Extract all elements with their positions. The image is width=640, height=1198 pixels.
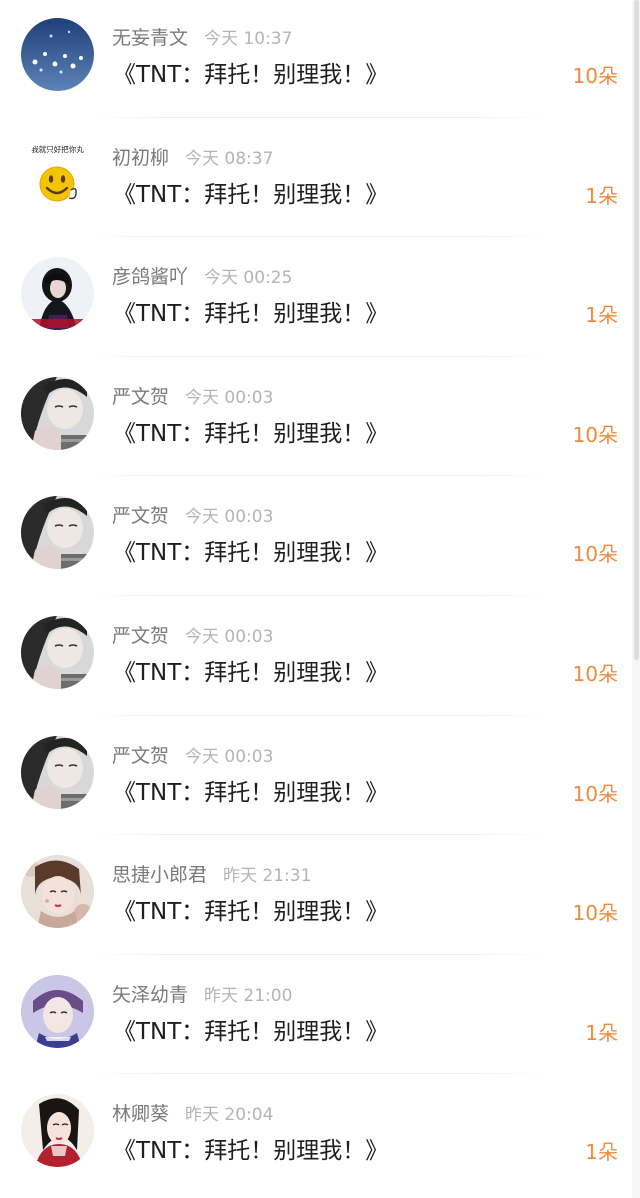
avatar-image [21, 18, 94, 91]
flower-count: 1朵 [585, 183, 618, 208]
user-name[interactable]: 彦鸽酱吖 [112, 266, 188, 288]
avatar[interactable] [21, 855, 94, 929]
flower-count: 1朵 [585, 1140, 618, 1165]
avatar[interactable]: 我就只好把你丸 [21, 137, 94, 211]
flower-count: 1朵 [585, 303, 618, 328]
gift-list: 无妄青文 今天 10:37 《TNT：拜托！别理我！》 10朵 我就只好把你丸 初… [0, 0, 632, 1194]
row-meta: 无妄青文 今天 10:37 [112, 24, 292, 52]
book-title[interactable]: 《TNT：拜托！别理我！》 [113, 535, 388, 571]
timestamp: 昨天 21:31 [223, 866, 312, 887]
scrollbar[interactable] [632, 0, 640, 1198]
timestamp: 今天 00:03 [185, 387, 274, 408]
book-title[interactable]: 《TNT：拜托！别理我！》 [113, 1133, 388, 1169]
list-item[interactable]: 严文贺 今天 00:03 《TNT：拜托！别理我！》 10朵 [0, 716, 632, 836]
timestamp: 今天 00:03 [185, 507, 274, 528]
avatar-caption: 我就只好把你丸 [31, 144, 84, 154]
avatar-image [21, 376, 94, 450]
user-name[interactable]: 林卿葵 [112, 1103, 169, 1125]
row-meta: 初初柳 今天 08:37 [112, 144, 273, 172]
list-item[interactable]: 林卿葵 昨天 20:04 《TNT：拜托！别理我！》 1朵 [0, 1074, 632, 1194]
row-meta: 矢泽幼青 昨天 21:00 [112, 981, 292, 1009]
flower-count: 1朵 [585, 1020, 618, 1045]
book-title[interactable]: 《TNT：拜托！别理我！》 [113, 57, 388, 93]
book-title[interactable]: 《TNT：拜托！别理我！》 [113, 1014, 388, 1050]
book-title[interactable]: 《TNT：拜托！别理我！》 [113, 894, 388, 930]
avatar-image [21, 974, 94, 1048]
avatar[interactable] [21, 376, 94, 450]
user-name[interactable]: 严文贺 [112, 505, 169, 527]
book-title[interactable]: 《TNT：拜托！别理我！》 [113, 655, 388, 691]
list-item[interactable]: 无妄青文 今天 10:37 《TNT：拜托！别理我！》 10朵 [0, 0, 632, 118]
timestamp: 今天 10:37 [204, 29, 293, 49]
avatar[interactable] [21, 18, 94, 91]
list-item[interactable]: 矢泽幼青 昨天 21:00 《TNT：拜托！别理我！》 1朵 [0, 955, 632, 1075]
list-item[interactable]: 严文贺 今天 00:03 《TNT：拜托！别理我！》 10朵 [0, 476, 632, 596]
timestamp: 今天 00:03 [185, 746, 274, 767]
flower-count: 10朵 [572, 661, 618, 686]
book-title[interactable]: 《TNT：拜托！别理我！》 [113, 775, 388, 811]
list-item[interactable]: 彦鸽酱吖 今天 00:25 《TNT：拜托！别理我！》 1朵 [0, 237, 632, 357]
flower-count: 10朵 [572, 781, 618, 806]
list-item[interactable]: 严文贺 今天 00:03 《TNT：拜托！别理我！》 10朵 [0, 596, 632, 716]
book-title[interactable]: 《TNT：拜托！别理我！》 [113, 296, 388, 332]
user-name[interactable]: 严文贺 [112, 745, 169, 767]
timestamp: 昨天 21:00 [204, 985, 293, 1006]
list-item[interactable]: 严文贺 今天 00:03 《TNT：拜托！别理我！》 10朵 [0, 357, 632, 477]
avatar-image [21, 496, 94, 570]
user-name[interactable]: 严文贺 [112, 386, 169, 408]
flower-count: 10朵 [572, 64, 618, 88]
user-name[interactable]: 思捷小郎君 [112, 864, 207, 886]
avatar-image [21, 735, 94, 809]
avatar[interactable] [21, 735, 94, 809]
user-name[interactable]: 严文贺 [112, 625, 169, 647]
avatar[interactable] [21, 1094, 94, 1168]
avatar-image [21, 855, 94, 929]
flower-count: 10朵 [572, 422, 618, 447]
book-title[interactable]: 《TNT：拜托！别理我！》 [113, 416, 388, 452]
row-meta: 严文贺 今天 00:03 [112, 622, 273, 650]
avatar-image: 我就只好把你丸 [21, 137, 94, 211]
row-meta: 林卿葵 昨天 20:04 [112, 1100, 273, 1128]
avatar-image [21, 615, 94, 689]
avatar[interactable] [21, 974, 94, 1048]
user-name[interactable]: 无妄青文 [112, 27, 188, 49]
scrollbar-thumb[interactable] [634, 0, 639, 660]
avatar-image [21, 257, 94, 331]
row-meta: 严文贺 今天 00:03 [112, 502, 273, 530]
flower-count: 10朵 [572, 542, 618, 567]
timestamp: 今天 08:37 [185, 148, 274, 169]
timestamp: 昨天 20:04 [185, 1105, 274, 1126]
avatar[interactable] [21, 496, 94, 570]
row-meta: 思捷小郎君 昨天 21:31 [112, 861, 311, 889]
row-meta: 严文贺 今天 00:03 [112, 383, 273, 411]
avatar-image [21, 1094, 94, 1168]
timestamp: 今天 00:03 [185, 626, 274, 647]
list-item[interactable]: 我就只好把你丸 初初柳 今天 08:37 《TNT：拜托！别理我！》 1朵 [0, 118, 632, 238]
row-meta: 彦鸽酱吖 今天 00:25 [112, 263, 292, 291]
row-meta: 严文贺 今天 00:03 [112, 742, 273, 770]
timestamp: 今天 00:25 [204, 268, 293, 289]
avatar[interactable] [21, 257, 94, 331]
user-name[interactable]: 初初柳 [112, 147, 169, 169]
book-title[interactable]: 《TNT：拜托！别理我！》 [113, 177, 388, 213]
flower-count: 10朵 [572, 901, 618, 926]
avatar[interactable] [21, 615, 94, 689]
list-item[interactable]: 思捷小郎君 昨天 21:31 《TNT：拜托！别理我！》 10朵 [0, 835, 632, 955]
user-name[interactable]: 矢泽幼青 [112, 984, 188, 1006]
